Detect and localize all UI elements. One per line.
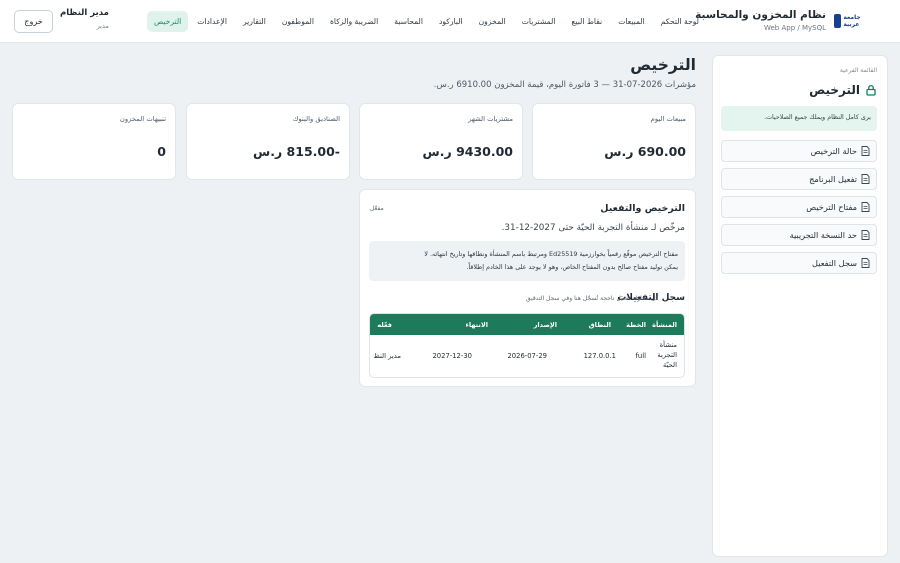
nav-sales[interactable]: المبيعات — [611, 11, 652, 32]
cell-domain: 127.0.0.1 — [583, 352, 616, 360]
user-name: مدير النظام — [60, 8, 109, 18]
sidebar-title-text: الترخيص — [809, 83, 860, 97]
license-panel: الترخيص والتفعيل مفعّل مرخّص لـ منشأة ال… — [359, 189, 696, 387]
document-icon — [861, 202, 870, 212]
cell-activated-by: مدير النظ — [373, 352, 401, 360]
licensed-to-text: مرخّص لـ منشأة التجربة الحيّة حتى 2027-1… — [501, 223, 685, 233]
sidebar-item-trial-limit[interactable]: حد النسخة التجريبية — [721, 224, 877, 246]
status-badge: مفعّل — [370, 205, 384, 212]
sidebar-title: الترخيص — [809, 83, 877, 97]
col-domain: النطاق — [588, 321, 611, 329]
sidebar-menu: حالة الترخيص تفعيل البرنامج مفتاح الترخي… — [721, 140, 877, 280]
sidebar-item-license-status[interactable]: حالة الترخيص — [721, 140, 877, 162]
page-title: الترخيص — [630, 56, 696, 74]
activation-table: المنشأة الخطة النطاق الإصدار الانتهاء فع… — [369, 313, 685, 378]
sidebar-menu-label: القائمة الفرعية — [839, 67, 877, 74]
sidebar-item-label: حد النسخة التجريبية — [789, 230, 857, 240]
stat-value: 9430.00 ر.س — [422, 144, 513, 159]
stat-label: مشتريات الشهر — [468, 115, 513, 123]
nav-dashboard[interactable]: لوحة التحكم — [654, 11, 706, 32]
license-info-line: يمكن توليد مفتاح صالح بدون المفتاح الخاص… — [466, 263, 678, 271]
sidebar-item-label: سجل التفعيل — [812, 258, 857, 268]
logo-mark — [834, 14, 842, 28]
sidebar: القائمة الفرعية الترخيص يرى كامل النظام … — [712, 55, 888, 557]
user-info: مدير النظام مدير — [60, 8, 109, 30]
table-header: المنشأة الخطة النطاق الإصدار الانتهاء فع… — [370, 314, 684, 335]
nav-purchases[interactable]: المشتريات — [515, 11, 563, 32]
user-role: مدير — [96, 22, 109, 30]
top-bar: جامعة عربية نظام المخزون والمحاسبة Web A… — [0, 0, 900, 43]
nav-settings[interactable]: الإعدادات — [190, 11, 234, 32]
cell-org-line: منشأة — [659, 341, 677, 349]
stat-card-cash-banks: الصناديق والبنوك -815.00 ر.س — [186, 103, 350, 180]
sidebar-item-label: مفتاح الترخيص — [806, 202, 857, 212]
cell-org-line: الحيّة — [662, 361, 677, 369]
stat-value: 690.00 ر.س — [604, 144, 686, 159]
stat-value: -815.00 ر.س — [253, 144, 340, 159]
document-icon — [861, 258, 870, 268]
col-activated-by: فعّله — [377, 321, 392, 329]
sidebar-item-license-key[interactable]: مفتاح الترخيص — [721, 196, 877, 218]
brand-logo: جامعة عربية — [834, 12, 876, 30]
nav-accounting[interactable]: المحاسبة — [387, 11, 430, 32]
main-nav: لوحة التحكم المبيعات نقاط البيع المشتريا… — [147, 10, 706, 32]
nav-inventory[interactable]: المخزون — [472, 11, 513, 32]
nav-license[interactable]: الترخيص — [147, 10, 189, 32]
document-icon — [861, 174, 870, 184]
cell-org-line: التجربة — [657, 351, 677, 359]
license-info-line: مفتاح الترخيص موقّع رقمياً بخوارزمية Ed2… — [424, 250, 678, 258]
logout-button[interactable]: خروج — [14, 10, 53, 33]
stat-card-today-sales: مبيعات اليوم 690.00 ر.س — [532, 103, 696, 180]
lock-icon — [866, 84, 876, 96]
license-info-box: مفتاح الترخيص موقّع رقمياً بخوارزمية Ed2… — [369, 241, 685, 281]
sidebar-item-activation-log[interactable]: سجل التفعيل — [721, 252, 877, 274]
stat-label: تنبيهات المخزون — [119, 115, 166, 123]
activation-log-note: كل محاولة تفعيل ناجحة تُسجّل هنا وفي سجل… — [526, 295, 659, 302]
nav-reports[interactable]: التقارير — [236, 11, 273, 32]
sidebar-item-label: حالة الترخيص — [810, 146, 857, 156]
app-subtitle: Web App / MySQL — [763, 24, 826, 32]
col-org: المنشأة — [652, 321, 677, 329]
cell-plan: full — [635, 352, 646, 360]
nav-barcode[interactable]: الباركود — [432, 11, 470, 32]
cell-issued: 2026-07-29 — [507, 352, 547, 360]
license-panel-title: الترخيص والتفعيل — [600, 203, 685, 214]
stat-label: مبيعات اليوم — [650, 115, 686, 123]
document-icon — [861, 146, 870, 156]
stat-label: الصناديق والبنوك — [292, 115, 340, 123]
logo-text: جامعة عربية — [843, 14, 861, 28]
sidebar-item-activate[interactable]: تفعيل البرنامج — [721, 168, 877, 190]
nav-pos[interactable]: نقاط البيع — [564, 11, 609, 32]
stat-value: 0 — [157, 144, 166, 159]
col-plan: الخطة — [626, 321, 646, 329]
stat-card-stock-alerts: تنبيهات المخزون 0 — [12, 103, 176, 180]
stat-card-month-purchases: مشتريات الشهر 9430.00 ر.س — [359, 103, 523, 180]
nav-tax-zakat[interactable]: الضريبة والزكاة — [323, 11, 385, 32]
col-expires: الانتهاء — [465, 321, 488, 329]
cell-expires: 2027-12-30 — [432, 352, 472, 360]
document-icon — [861, 230, 870, 240]
col-issued: الإصدار — [533, 321, 557, 329]
app-title: نظام المخزون والمحاسبة — [695, 9, 826, 21]
nav-employees[interactable]: الموظفون — [275, 11, 321, 32]
permission-note: يرى كامل النظام ويملك جميع الصلاحيات. — [721, 106, 877, 131]
page-subtitle: مؤشرات 2026-07-31 — 3 فاتورة اليوم، قيمة… — [433, 80, 696, 90]
sidebar-item-label: تفعيل البرنامج — [809, 174, 857, 184]
